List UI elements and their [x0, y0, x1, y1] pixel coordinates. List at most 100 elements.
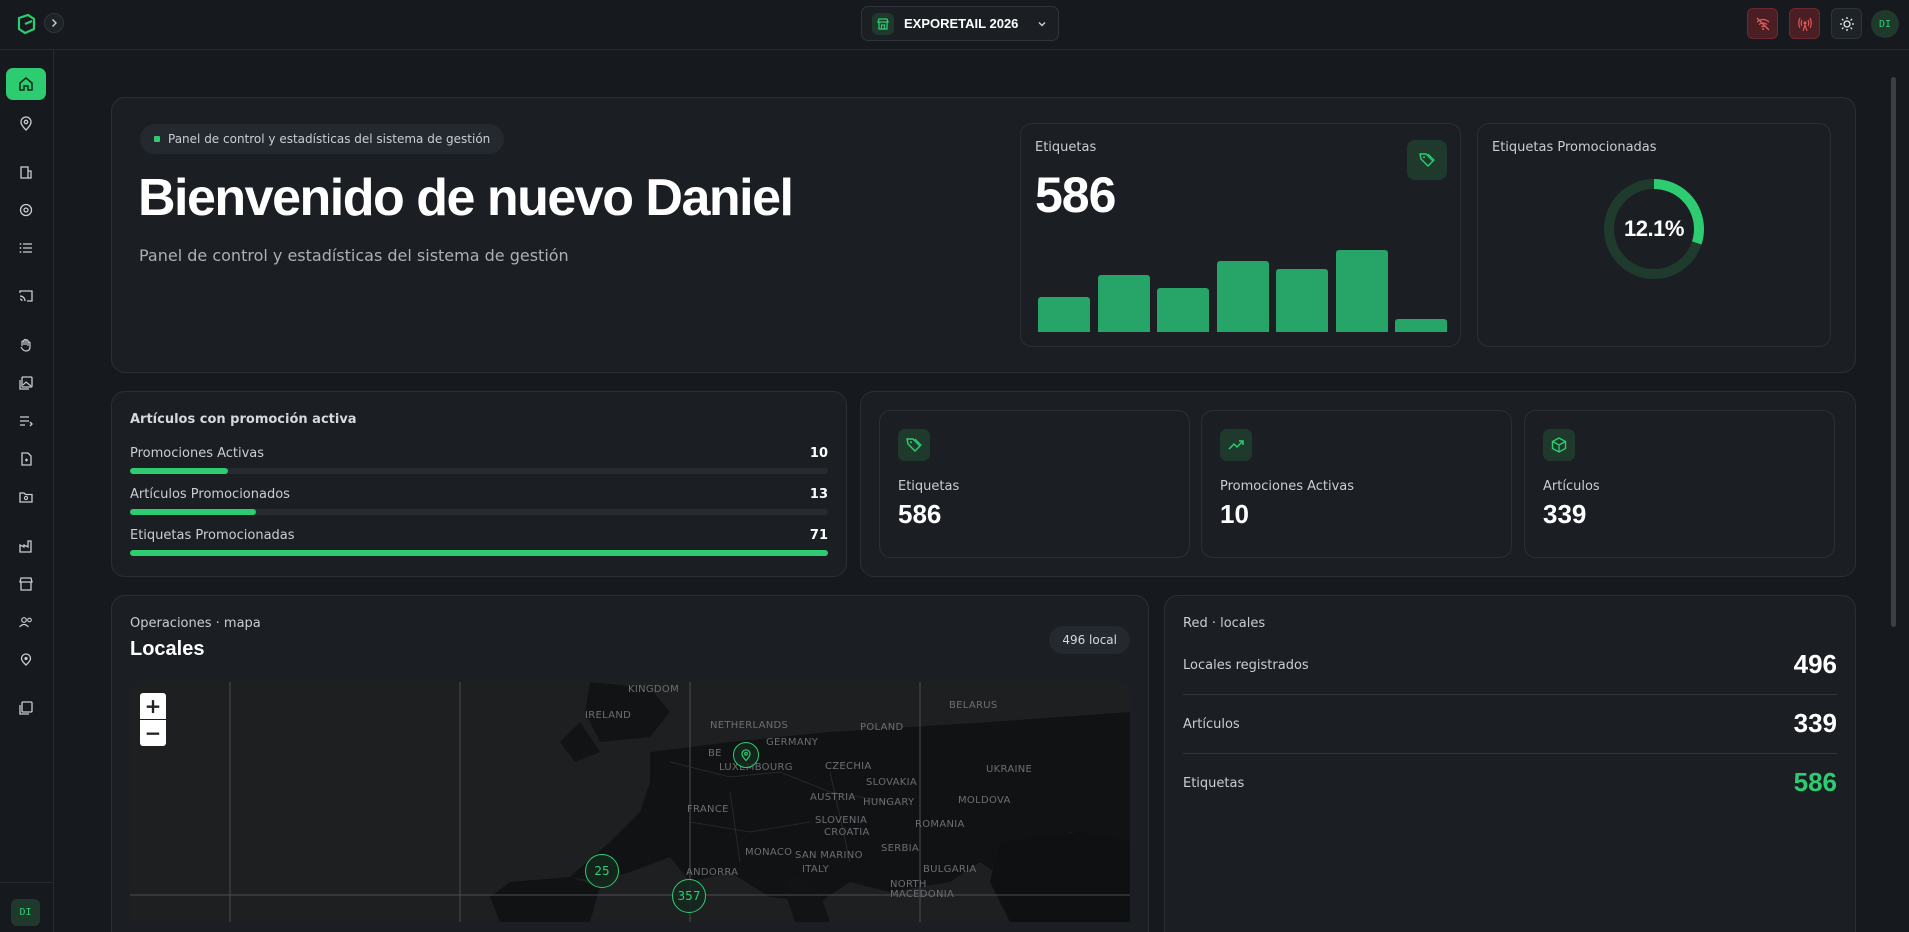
map-label-netherlands: NETHERLANDS [710, 720, 789, 731]
labels-bar [1038, 297, 1090, 332]
sidebar-item-images[interactable] [6, 367, 46, 399]
broadcast-status-button[interactable] [1789, 8, 1820, 39]
network-row-value: 339 [1793, 708, 1837, 738]
tag-icon [906, 438, 922, 452]
store-selector[interactable]: EXPORETAIL 2026 [861, 6, 1059, 41]
stat-label: Promociones Activas [1220, 479, 1355, 494]
map-pin-icon [20, 116, 32, 131]
hero-pill: Panel de control y estadísticas del sist… [140, 124, 505, 154]
map-label-belarus: BELARUS [949, 700, 998, 711]
locations-count-badge: 496 local [1049, 626, 1130, 654]
sidebar-user-chip[interactable]: DI [11, 899, 40, 926]
package-icon [1551, 437, 1567, 453]
factory-icon [19, 540, 32, 553]
offline-status-button[interactable] [1747, 8, 1778, 39]
zoom-in-button[interactable]: + [140, 693, 166, 719]
labels-card-value: 586 [1035, 167, 1116, 223]
labels-card-icon-box [1407, 140, 1447, 180]
map-label-france: FRANCE [687, 804, 729, 815]
antenna-icon [1797, 17, 1812, 31]
user-avatar[interactable]: DI [1871, 10, 1899, 38]
progress-value: 10 [809, 446, 828, 461]
gallery-icon [19, 701, 33, 715]
progress-fill [130, 509, 256, 515]
stat-icon-box [898, 429, 930, 461]
sidebar-item-locations[interactable] [6, 108, 46, 140]
hero-pill-text: Panel de control y estadísticas del sist… [168, 132, 491, 146]
map-eyebrow: Operaciones · mapa [130, 616, 261, 631]
building-icon [20, 166, 32, 179]
sidebar-item-gallery[interactable] [6, 692, 46, 724]
page-subtitle: Panel de control y estadísticas del sist… [139, 246, 569, 265]
sidebar [0, 50, 54, 932]
stat-value: 586 [898, 499, 942, 529]
sidebar-item-screens[interactable] [6, 280, 46, 312]
stat-icon-box [1220, 429, 1252, 461]
stat-value: 339 [1543, 499, 1587, 529]
stat-icon-box [1543, 429, 1575, 461]
network-title: Red · locales [1183, 616, 1266, 631]
labels-bar [1276, 269, 1328, 332]
progress-value: 71 [809, 528, 828, 543]
sun-icon [1839, 16, 1854, 31]
map-label-austria: AUSTRIA [810, 792, 856, 803]
progress-label: Artículos Promocionados [130, 487, 290, 502]
network-row-label: Etiquetas [1183, 776, 1245, 791]
cast-icon [19, 290, 33, 302]
stat-card: Artículos 339 [1524, 410, 1835, 558]
expand-sidebar-button[interactable] [44, 13, 64, 33]
page-title: Bienvenido de nuevo Daniel [138, 169, 794, 227]
tags-icon [1419, 153, 1435, 167]
map-marker[interactable] [733, 742, 759, 768]
zoom-out-button[interactable]: − [140, 720, 166, 746]
network-row: Etiquetas 586 [1183, 754, 1837, 813]
map-pin-icon [741, 749, 751, 762]
sidebar-item-buildings[interactable] [6, 156, 46, 188]
stat-card: Promociones Activas 10 [1201, 410, 1512, 558]
sidebar-item-list[interactable] [6, 232, 46, 264]
sidebar-item-location[interactable] [6, 644, 46, 676]
stat-value: 10 [1220, 499, 1249, 529]
progress-label: Promociones Activas [130, 446, 265, 461]
network-row-label: Artículos [1183, 717, 1240, 732]
map-label-andorra: ANDORRA [686, 867, 739, 878]
sidebar-item-hand[interactable] [6, 329, 46, 361]
labels-bar [1216, 261, 1269, 332]
sidebar-item-factory[interactable] [6, 530, 46, 562]
progress-fill [130, 468, 228, 474]
promoted-labels-card: Etiquetas Promocionadas 12.1% [1477, 123, 1831, 347]
theme-toggle-button[interactable] [1831, 8, 1862, 39]
locations-map[interactable]: KINGDOM IRELAND NETHERLANDS BELARUS GERM… [130, 682, 1130, 922]
folder-search-icon [19, 492, 33, 503]
map-cluster[interactable]: 25 [585, 854, 619, 888]
map-label-slovakia: SLOVAKIA [866, 777, 918, 788]
users-icon [19, 617, 32, 628]
sidebar-item-folder-search[interactable] [6, 481, 46, 513]
map-label-san-marino: SAN MARINO [795, 850, 863, 861]
map-label-luxembourg: LUXEMBOURG [719, 762, 793, 773]
labels-card-title: Etiquetas [1035, 140, 1097, 155]
home-icon [19, 77, 33, 91]
active-promotion-title: Artículos con promoción activa [130, 412, 357, 427]
network-row-value: 586 [1793, 767, 1837, 797]
sidebar-item-stores[interactable] [6, 568, 46, 600]
sidebar-item-files[interactable] [6, 443, 46, 475]
progress-track [130, 550, 828, 556]
network-row: Artículos 339 [1183, 695, 1837, 754]
map-cluster[interactable]: 357 [672, 879, 706, 913]
app-logo-icon[interactable] [14, 12, 38, 36]
page-scrollbar[interactable] [1891, 77, 1896, 627]
active-promotion-card: Artículos con promoción activa Promocion… [111, 391, 847, 577]
sidebar-item-settings[interactable] [6, 194, 46, 226]
map-label-be: BE [708, 748, 722, 759]
sidebar-item-playlist[interactable] [6, 405, 46, 437]
sidebar-item-users[interactable] [6, 606, 46, 638]
sidebar-item-home[interactable] [6, 68, 46, 100]
map-label-croatia: CROATIA [824, 827, 870, 838]
status-dot [154, 136, 160, 142]
labels-bar [1335, 250, 1388, 332]
network-card: Red · locales Locales registrados 496 Artí… [1164, 595, 1856, 932]
map-label-moldova: MOLDOVA [958, 795, 1011, 806]
network-row-value: 496 [1793, 649, 1837, 679]
file-icon [21, 452, 32, 466]
